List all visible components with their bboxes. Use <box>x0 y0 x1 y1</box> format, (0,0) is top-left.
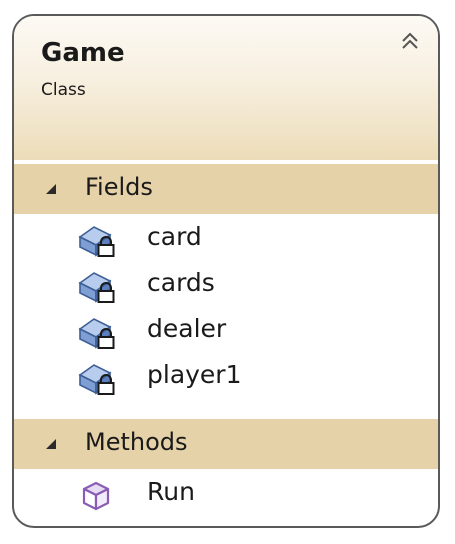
section-label-fields: Fields <box>85 173 153 201</box>
section-header-fields[interactable]: Fields <box>14 164 438 214</box>
class-stereotype: Class <box>41 80 86 100</box>
method-name: Run <box>147 477 195 506</box>
collapse-chevron-button[interactable] <box>398 30 422 54</box>
private-field-icon <box>78 226 115 257</box>
double-chevron-up-icon <box>402 32 418 49</box>
private-field-icon <box>78 364 115 395</box>
field-item-player1[interactable]: player1 <box>14 356 438 402</box>
section-label-methods: Methods <box>85 428 188 456</box>
method-icon <box>82 481 110 511</box>
field-item-card[interactable]: card <box>14 218 438 264</box>
field-name: dealer <box>147 314 227 343</box>
class-header[interactable]: Game Class <box>14 16 438 160</box>
field-name: player1 <box>147 360 242 389</box>
field-name: card <box>147 222 202 251</box>
private-field-icon <box>78 318 115 349</box>
method-item-run[interactable]: Run <box>14 473 438 519</box>
field-name: cards <box>147 268 215 297</box>
field-item-dealer[interactable]: dealer <box>14 310 438 356</box>
private-field-icon <box>78 272 115 303</box>
field-item-cards[interactable]: cards <box>14 264 438 310</box>
class-shape-game[interactable]: Game Class Fields card cards dealer play… <box>12 14 440 528</box>
section-header-methods[interactable]: Methods <box>14 419 438 469</box>
expanded-triangle-icon <box>46 439 56 449</box>
class-title: Game <box>41 38 125 68</box>
expanded-triangle-icon <box>46 184 56 194</box>
